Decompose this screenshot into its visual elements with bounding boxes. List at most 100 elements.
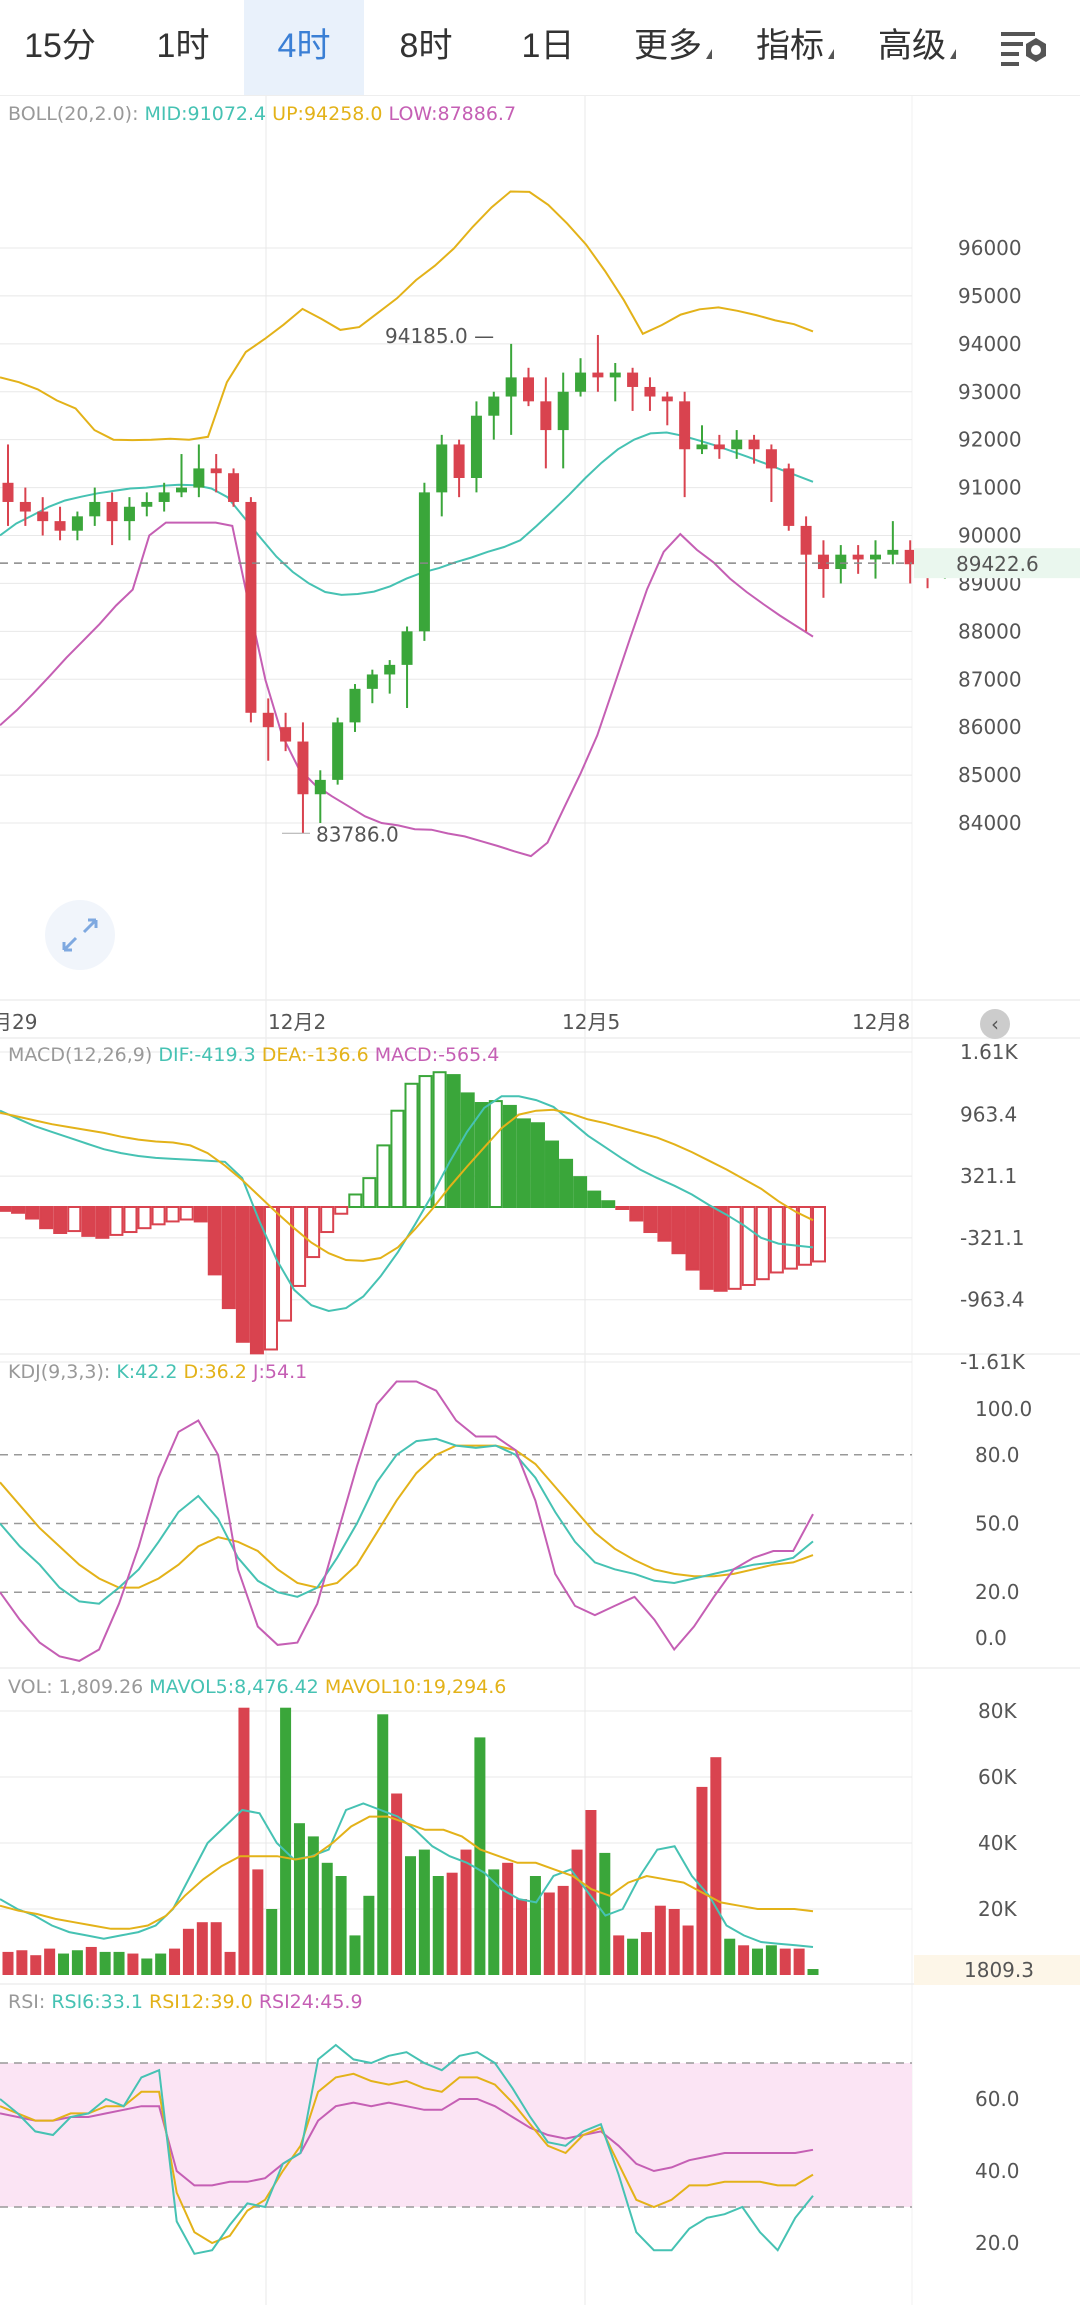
candle-body xyxy=(592,372,604,378)
volume-bar xyxy=(113,1951,125,1975)
macd-bar xyxy=(615,1206,630,1210)
macd-bar xyxy=(629,1206,644,1222)
candle-body xyxy=(575,372,587,392)
candle-body xyxy=(679,401,691,450)
tab-0[interactable]: 15分 xyxy=(0,0,120,95)
volume-bar xyxy=(224,1951,236,1975)
volume-bar xyxy=(418,1849,430,1975)
candle-body xyxy=(713,444,725,450)
x-axis-label: 12月8 xyxy=(852,1010,910,1034)
x-axis-label: 12月5 xyxy=(562,1010,620,1034)
tab-label: 15分 xyxy=(24,27,96,65)
volume-bar xyxy=(543,1892,555,1975)
macd-bar xyxy=(53,1206,68,1234)
candle-body xyxy=(71,516,83,531)
candle-body xyxy=(384,664,396,675)
expand-icon[interactable] xyxy=(45,900,115,970)
chart-settings-button[interactable] xyxy=(996,20,1056,75)
volume-bar xyxy=(738,1945,750,1975)
candle-body xyxy=(19,501,31,512)
volume-legend-item: VOL: 1,809.26 xyxy=(8,1676,149,1698)
volume-bar xyxy=(238,1707,250,1975)
boll-legend-item: MID:91072.4 xyxy=(145,103,273,125)
macd-bar xyxy=(207,1206,222,1276)
tab-7[interactable]: 高级 xyxy=(856,0,978,95)
candle-body xyxy=(453,444,465,478)
volume-bar xyxy=(99,1951,111,1975)
price-tick-label: 86000 xyxy=(958,715,1022,739)
candle-body xyxy=(609,372,621,378)
candle-body xyxy=(280,727,292,742)
boll-legend-item: LOW:87886.7 xyxy=(389,103,517,125)
volume-bar xyxy=(432,1876,444,1975)
tab-4[interactable]: 1日 xyxy=(488,0,608,95)
kdj-tick-label: 100.0 xyxy=(975,1397,1032,1421)
volume-bar xyxy=(293,1823,305,1975)
candle-body xyxy=(835,554,847,570)
volume-bar xyxy=(210,1922,222,1975)
volume-bar xyxy=(529,1876,541,1975)
candle-body xyxy=(297,741,309,795)
rsi-tick-label: 40.0 xyxy=(975,2159,1020,2183)
tab-3[interactable]: 8时 xyxy=(366,0,486,95)
volume-bar xyxy=(196,1922,208,1975)
candle-body xyxy=(523,377,534,402)
tab-2[interactable]: 4时 xyxy=(244,0,364,95)
candle-body xyxy=(505,377,517,397)
macd-bar xyxy=(123,1206,138,1234)
candle-body xyxy=(696,444,708,450)
macd-bar xyxy=(404,1082,419,1208)
candle-body xyxy=(557,391,569,431)
rsi-legend-item: RSI: xyxy=(8,1991,51,2013)
period-toolbar: 15分 1时 4时 8时 1日 更多 指标 高级 xyxy=(0,0,1080,96)
tab-1[interactable]: 1时 xyxy=(122,0,244,95)
macd-bar xyxy=(334,1206,349,1215)
rsi-legend-item: RSI12:39.0 xyxy=(149,1991,259,2013)
chart-settings-icon xyxy=(1001,32,1046,66)
kdj-legend-item: K:42.2 xyxy=(116,1361,183,1383)
macd-bar xyxy=(559,1158,574,1208)
volume-legend-item: MAVOL5:8,476.42 xyxy=(149,1676,325,1698)
tab-5[interactable]: 更多 xyxy=(612,0,734,95)
tab-label: 1日 xyxy=(521,27,575,65)
candle-body xyxy=(262,712,274,728)
macd-bar xyxy=(741,1206,756,1286)
macd-bar xyxy=(39,1206,54,1230)
kdj-legend-item: J:54.1 xyxy=(252,1361,307,1383)
macd-bar xyxy=(643,1206,658,1234)
macd-bar xyxy=(587,1190,602,1209)
macd-bar xyxy=(460,1092,475,1208)
candle-body xyxy=(436,444,448,493)
volume-legend-item: MAVOL10:19,294.6 xyxy=(325,1676,507,1698)
candle-body xyxy=(627,372,639,387)
price-tick-label: 84000 xyxy=(958,811,1022,835)
volume-bar xyxy=(668,1909,680,1975)
volume-bar xyxy=(71,1950,83,1975)
boll-upper-line xyxy=(0,190,814,442)
rsi-legend-item: RSI6:33.1 xyxy=(51,1991,149,2013)
volume-bar xyxy=(779,1948,791,1975)
volume-bar xyxy=(724,1938,736,1975)
volume-bar xyxy=(349,1935,361,1975)
chart-canvas[interactable]: 8400085000860008700088000890009000091000… xyxy=(0,96,1080,2305)
candle-body xyxy=(210,468,222,474)
rsi-tick-label: 20.0 xyxy=(975,2231,1020,2255)
tab-6[interactable]: 指标 xyxy=(734,0,856,95)
candle-body xyxy=(817,554,829,570)
macd-bar xyxy=(545,1140,560,1209)
candle-body xyxy=(470,415,482,478)
price-tick-label: 85000 xyxy=(958,763,1022,787)
current-volume-label: 1809.3 xyxy=(964,1958,1034,1982)
volume-bar xyxy=(765,1945,777,1975)
volume-legend: VOL: 1,809.26 MAVOL5:8,476.42 MAVOL10:19… xyxy=(8,1676,506,1698)
rsi-legend-item: RSI24:45.9 xyxy=(259,1991,363,2013)
tab-label: 高级 xyxy=(878,27,946,65)
volume-bar xyxy=(321,1862,333,1975)
boll-legend-item: BOLL(20,2.0): xyxy=(8,103,145,125)
candle-body xyxy=(123,506,135,522)
candle-body xyxy=(54,521,66,531)
macd-bar xyxy=(418,1075,433,1209)
volume-bar xyxy=(252,1869,264,1975)
volume-bar xyxy=(44,1948,56,1975)
macd-legend-item: MACD:-565.4 xyxy=(375,1044,500,1066)
